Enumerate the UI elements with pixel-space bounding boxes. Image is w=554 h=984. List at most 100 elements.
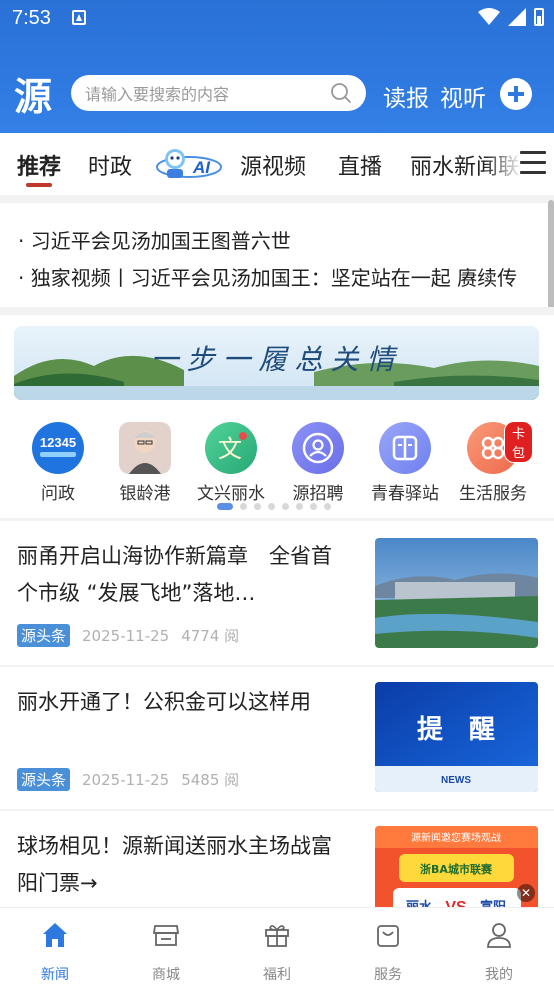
nav-label: 福利 <box>263 967 291 983</box>
aerial-city-river-image <box>375 538 538 648</box>
elderly-man-icon <box>119 422 171 474</box>
search-input[interactable]: 请输入要搜索的内容 <box>71 75 366 111</box>
entry-yinlinggang[interactable]: 银龄港 <box>105 422 185 504</box>
search-placeholder: 请输入要搜索的内容 <box>85 85 230 104</box>
pager-dot[interactable] <box>296 503 303 510</box>
news-title: 球场相见！源新闻送丽水主场战富阳门票→ <box>17 834 332 895</box>
quick-entries: 12345 问政 银龄港 文 文兴丽水 源招聘 青春驿站 卡包 生活服务 <box>0 418 554 508</box>
news-item[interactable]: 丽水开通了！公积金可以这样用 源头条 2025-11-25 5485 阅 提 醒… <box>0 667 554 811</box>
pager-dot[interactable] <box>310 503 317 510</box>
nav-profile[interactable]: 我的 <box>459 920 539 984</box>
pager-dot[interactable] <box>324 503 331 510</box>
wifi-icon <box>478 8 500 25</box>
nav-label: 我的 <box>485 967 513 983</box>
pager-dot[interactable] <box>217 503 233 510</box>
entry-label: 青春驿站 <box>371 484 439 504</box>
divider <box>0 195 554 203</box>
nav-welfare[interactable]: 福利 <box>237 920 317 984</box>
divider <box>0 307 554 315</box>
tab-recommend[interactable]: 推荐 <box>17 149 61 181</box>
home-icon <box>43 923 67 947</box>
app-header: 7:53 源 请输入要搜索的内容 读报 视听 <box>0 0 554 133</box>
shop-icon <box>152 925 180 946</box>
active-tab-indicator <box>26 183 52 187</box>
promo-banner[interactable]: 一步一履总关情 <box>14 326 539 400</box>
pager-dot[interactable] <box>282 503 289 510</box>
entry-wenxing-lishui[interactable]: 文 文兴丽水 <box>191 422 271 504</box>
news-thumbnail <box>375 538 538 648</box>
nav-service[interactable]: 服务 <box>348 920 428 984</box>
reminder-news-image: 提 醒 NEWS <box>375 682 538 792</box>
entry-recruit[interactable]: 源招聘 <box>278 422 358 504</box>
thumb-team2-text: 富阳 <box>480 899 506 907</box>
ai-mascot-icon[interactable]: AI <box>155 145 223 181</box>
headline-item[interactable]: · 习近平会见汤加国王图普六世 <box>18 225 291 254</box>
status-icons <box>478 8 544 26</box>
news-item[interactable]: 丽甬开启山海协作新篇章 全省首个市级 “发展飞地”落地… 源头条 2025-11… <box>0 521 554 665</box>
card-wallet-badge: 卡包 <box>504 421 534 463</box>
news-views: 4774 阅 <box>181 627 240 645</box>
pager-dot[interactable] <box>254 503 261 510</box>
thumb-header-text: 源新闻邀您赛场观战 <box>411 831 501 844</box>
status-bar: 7:53 <box>0 0 554 40</box>
entry-label: 文兴丽水 <box>197 484 265 504</box>
menu-icon[interactable] <box>520 151 546 175</box>
entry-label: 银龄港 <box>119 484 171 504</box>
status-time: 7:53 <box>12 7 51 29</box>
nav-shop[interactable]: 商城 <box>126 920 206 984</box>
entry-youth-station[interactable]: 青春驿站 <box>365 422 445 504</box>
signal-icon <box>508 8 526 26</box>
banner-title: 一步一履总关情 <box>150 343 403 376</box>
entry-life-service[interactable]: 卡包 生活服务 <box>453 421 534 504</box>
tab-source-video[interactable]: 源视频 <box>240 149 306 181</box>
football-match-promo-image: 源新闻邀您赛场观战 浙BA城市联赛 丽水 VS 富阳 <box>375 826 538 907</box>
battery-icon <box>534 8 544 26</box>
nav-label: 新闻 <box>41 967 69 983</box>
source-tag: 源头条 <box>17 768 71 791</box>
svg-text:12345: 12345 <box>40 435 76 450</box>
pager-dot[interactable] <box>240 503 247 510</box>
app-logo: 源 <box>14 74 53 119</box>
tab-politics[interactable]: 时政 <box>88 149 132 181</box>
read-newspaper-button[interactable]: 读报 <box>383 79 429 113</box>
audio-video-button[interactable]: 视听 <box>440 79 486 113</box>
nav-news[interactable]: 新闻 <box>15 920 95 984</box>
scrollbar[interactable] <box>548 200 554 310</box>
news-item[interactable]: 球场相见！源新闻送丽水主场战富阳门票→ 源新闻邀您赛场观战 浙BA城市联赛 丽水… <box>0 811 554 907</box>
add-button[interactable] <box>500 78 532 110</box>
thumb-slogan-text: 浙BA城市联赛 <box>420 862 493 876</box>
news-thumbnail: 提 醒 NEWS <box>375 682 538 792</box>
news-date: 2025-11-25 <box>82 626 170 645</box>
entry-label: 源招聘 <box>292 484 344 504</box>
news-date: 2025-11-25 <box>82 770 170 789</box>
12345-hotline-icon: 12345 <box>32 422 84 474</box>
channel-tabs: 推荐 时政 AI 源视频 直播 丽水新闻联 <box>0 133 554 195</box>
recruit-person-icon <box>292 422 344 474</box>
entries-pager <box>217 503 331 510</box>
close-icon[interactable]: ✕ <box>517 884 535 902</box>
news-views: 5485 阅 <box>181 771 240 789</box>
ai-text: AI <box>192 158 211 177</box>
news-meta: 源头条 2025-11-25 4774 阅 <box>17 624 239 647</box>
pager-dot[interactable] <box>268 503 275 510</box>
news-title: 丽甬开启山海协作新篇章 全省首个市级 “发展飞地”落地… <box>17 544 332 605</box>
headline-item[interactable]: · 独家视频丨习近平会见汤加国王：坚定站在一起 赓续传 <box>18 262 517 291</box>
news-thumbnail: 源新闻邀您赛场观战 浙BA城市联赛 丽水 VS 富阳 <box>375 826 538 907</box>
thumb-news-text: NEWS <box>441 775 471 786</box>
svg-text:文: 文 <box>218 435 242 463</box>
culture-wen-icon: 文 <box>205 422 257 474</box>
bottom-nav: 新闻 商城 福利 服务 我的 <box>0 907 554 984</box>
entry-wenzheng[interactable]: 12345 问政 <box>18 422 98 504</box>
news-meta: 源头条 2025-11-25 5485 阅 <box>17 768 239 791</box>
entry-label: 生活服务 <box>459 484 527 504</box>
gift-icon <box>265 925 289 947</box>
book-icon <box>379 422 431 474</box>
tab-live[interactable]: 直播 <box>338 149 382 181</box>
thumb-vs-text: VS <box>445 899 467 907</box>
nav-label: 商城 <box>152 967 180 983</box>
entry-label: 问政 <box>41 484 75 504</box>
top-headlines: · 习近平会见汤加国王图普六世 · 独家视频丨习近平会见汤加国王：坚定站在一起 … <box>0 205 554 305</box>
search-icon[interactable] <box>330 82 352 104</box>
thumb-reminder-text: 提 醒 <box>417 715 495 745</box>
source-tag: 源头条 <box>17 624 71 647</box>
